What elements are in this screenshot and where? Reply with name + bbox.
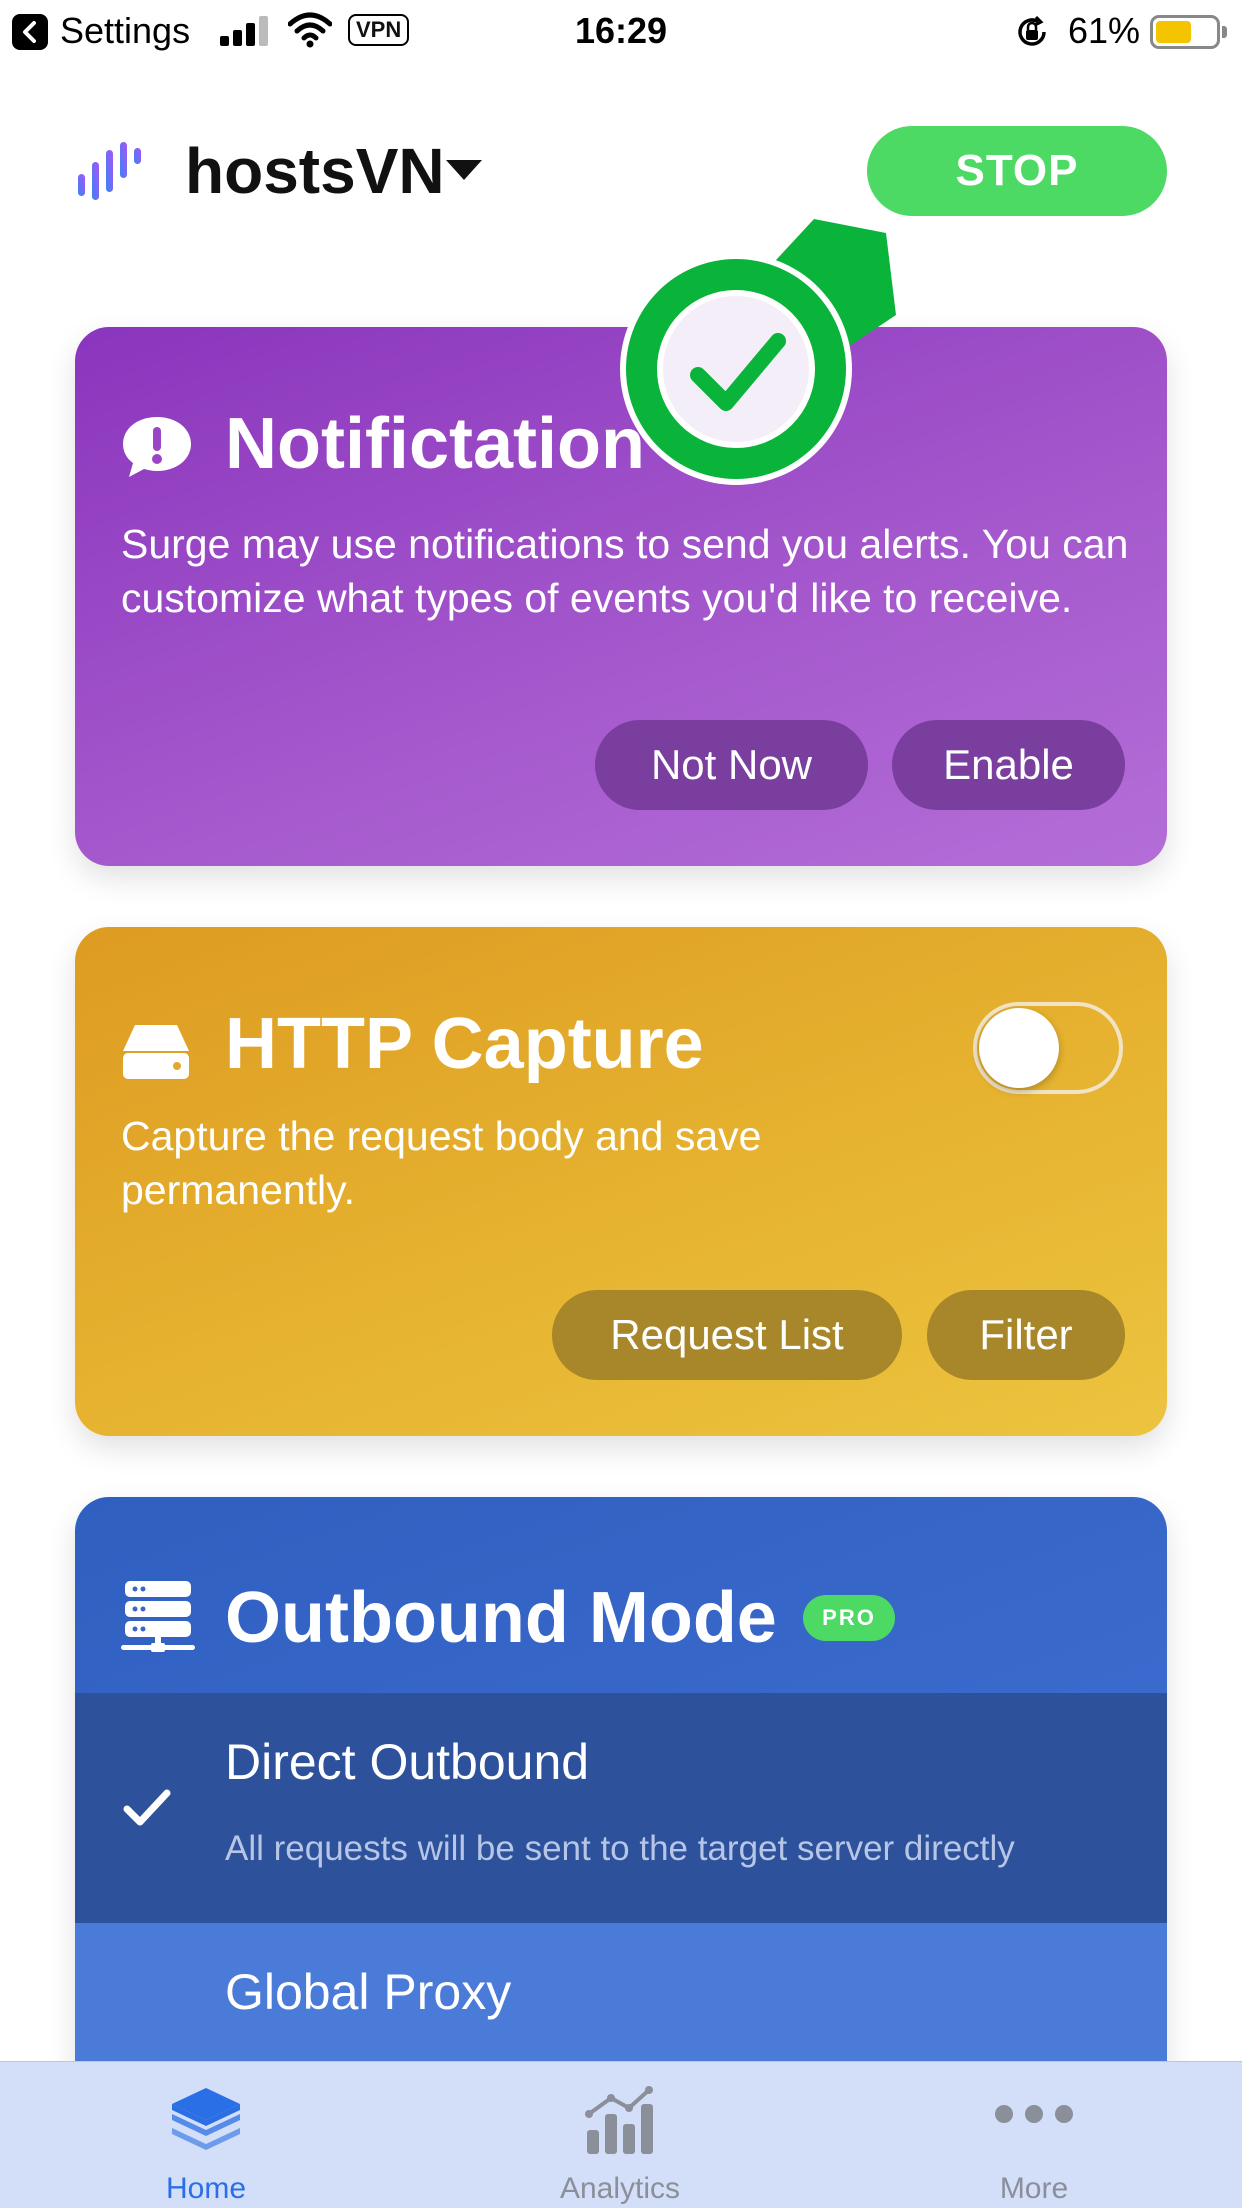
- tab-more-label: More: [999, 2172, 1069, 2205]
- drive-icon: [123, 1025, 189, 1079]
- server-icon: [121, 1581, 195, 1652]
- analytics-icon: [585, 2086, 653, 2154]
- outbound-option-name: Global Proxy: [225, 1964, 512, 2020]
- outbound-option-subtitle: All requests will be sent to the target …: [225, 1829, 1015, 1868]
- tab-bar: Home Analytics More: [0, 2061, 1242, 2208]
- tab-analytics-label: Analytics: [559, 2172, 681, 2205]
- tab-analytics[interactable]: Analytics: [500, 2062, 740, 2208]
- profile-dropdown-caret-icon[interactable]: [446, 160, 482, 180]
- verified-check-marker-icon: [620, 219, 896, 485]
- request-list-button[interactable]: Request List: [552, 1290, 902, 1380]
- pro-badge: PRO: [803, 1595, 895, 1641]
- notifications-description: Surge may use notifications to send you …: [121, 521, 1129, 621]
- battery-icon: [1150, 15, 1220, 49]
- enable-button[interactable]: Enable: [892, 720, 1125, 810]
- outbound-option-name: Direct Outbound: [225, 1734, 590, 1790]
- tab-home[interactable]: Home: [86, 2062, 326, 2208]
- filter-button[interactable]: Filter: [927, 1290, 1125, 1380]
- battery-level: [1156, 21, 1191, 43]
- notifications-title: Notifictation: [225, 404, 645, 484]
- notification-bubble-icon: [123, 417, 191, 477]
- battery-cap: [1222, 26, 1227, 38]
- stop-button[interactable]: STOP: [867, 126, 1167, 216]
- tab-home-label: Home: [165, 2172, 247, 2205]
- toggle-knob: [979, 1008, 1059, 1088]
- tab-more[interactable]: More: [914, 2062, 1154, 2208]
- status-bar: Settings VPN 16:29 61%: [0, 0, 1242, 62]
- surge-logo-icon: [78, 142, 141, 200]
- http-capture-title: HTTP Capture: [225, 1004, 704, 1084]
- not-now-button[interactable]: Not Now: [595, 720, 868, 810]
- more-dots-icon: [995, 2105, 1073, 2123]
- checkmark-icon: [123, 1789, 171, 1826]
- outbound-mode-title: Outbound Mode: [225, 1578, 777, 1658]
- http-capture-toggle[interactable]: [973, 1002, 1123, 1094]
- battery-percent: 61%: [1068, 10, 1141, 51]
- clock: 16:29: [574, 10, 668, 51]
- rotation-lock-icon: [1018, 15, 1046, 46]
- outbound-option-direct[interactable]: Direct Outbound All requests will be sen…: [75, 1693, 1167, 1923]
- layers-icon: [172, 2088, 240, 2150]
- profile-title[interactable]: hostsVN: [185, 134, 445, 208]
- http-capture-card: HTTP Capture Capture the request body an…: [75, 927, 1167, 1436]
- http-capture-description: Capture the request body and save perman…: [121, 1113, 762, 1213]
